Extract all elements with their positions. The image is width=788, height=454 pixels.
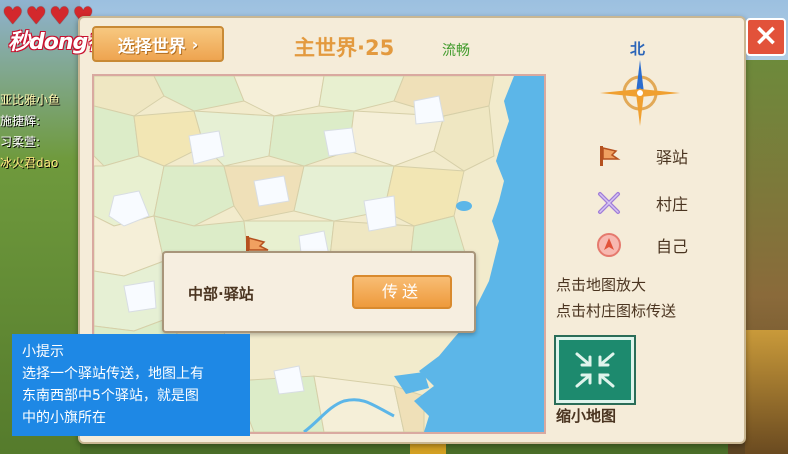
legend-station-label: 驿站 (656, 148, 689, 167)
legend-self: 自己 (594, 230, 688, 260)
shrink-arrows-icon (575, 352, 615, 388)
world-title: 主世界·25 (294, 36, 395, 60)
chat-line: 施捷辉: (0, 114, 41, 128)
select-world-label: 选择世界 (117, 36, 186, 57)
connection-status: 流畅 (442, 43, 470, 59)
north-label: 北 (630, 40, 646, 58)
tip-title: 小提示 (22, 344, 64, 360)
tip-line: 中的小旗所在 (22, 410, 106, 426)
legend-village-label: 村庄 (656, 195, 689, 214)
tip-line: 选择一个驿站传送，地图上有 (22, 366, 204, 382)
compass-icon (600, 58, 680, 132)
chat-line: 冰火君dao (0, 156, 59, 170)
station-name: 中部·驿站 (188, 285, 254, 303)
legend-village: 村庄 (594, 188, 688, 218)
hint-teleport-village: 点击村庄图标传送 (556, 302, 677, 320)
chat-log: 亚比雅小鱼 施捷辉: 习柔萱: 冰火君dao (0, 90, 80, 174)
legend-station: 驿站 (594, 141, 688, 171)
chevron-right-icon: › (191, 34, 199, 54)
village-crossed-swords-icon (594, 188, 624, 218)
tip-line: 东南西部中5个驿站，就是图 (22, 388, 199, 404)
minimize-map-label: 缩小地图 (556, 407, 617, 425)
teleport-button[interactable]: 传送 (352, 275, 452, 309)
chat-line: 习柔萱: (0, 135, 41, 149)
station-flag-icon (594, 141, 624, 171)
chat-line: 亚比雅小鱼 (0, 93, 61, 107)
tip-box: 小提示 选择一个驿站传送，地图上有 东南西部中5个驿站，就是图 中的小旗所在 (12, 334, 250, 436)
select-world-button[interactable]: 选择世界 › (92, 26, 224, 62)
minimize-map-button[interactable] (554, 335, 636, 405)
teleport-dialog: 中部·驿站 传送 (162, 251, 476, 333)
self-marker-icon (594, 230, 624, 260)
game-scenery-post (745, 330, 788, 454)
legend-self-label: 自己 (656, 237, 689, 256)
hint-zoom-map: 点击地图放大 (556, 276, 647, 294)
close-button[interactable]: × (746, 18, 786, 56)
